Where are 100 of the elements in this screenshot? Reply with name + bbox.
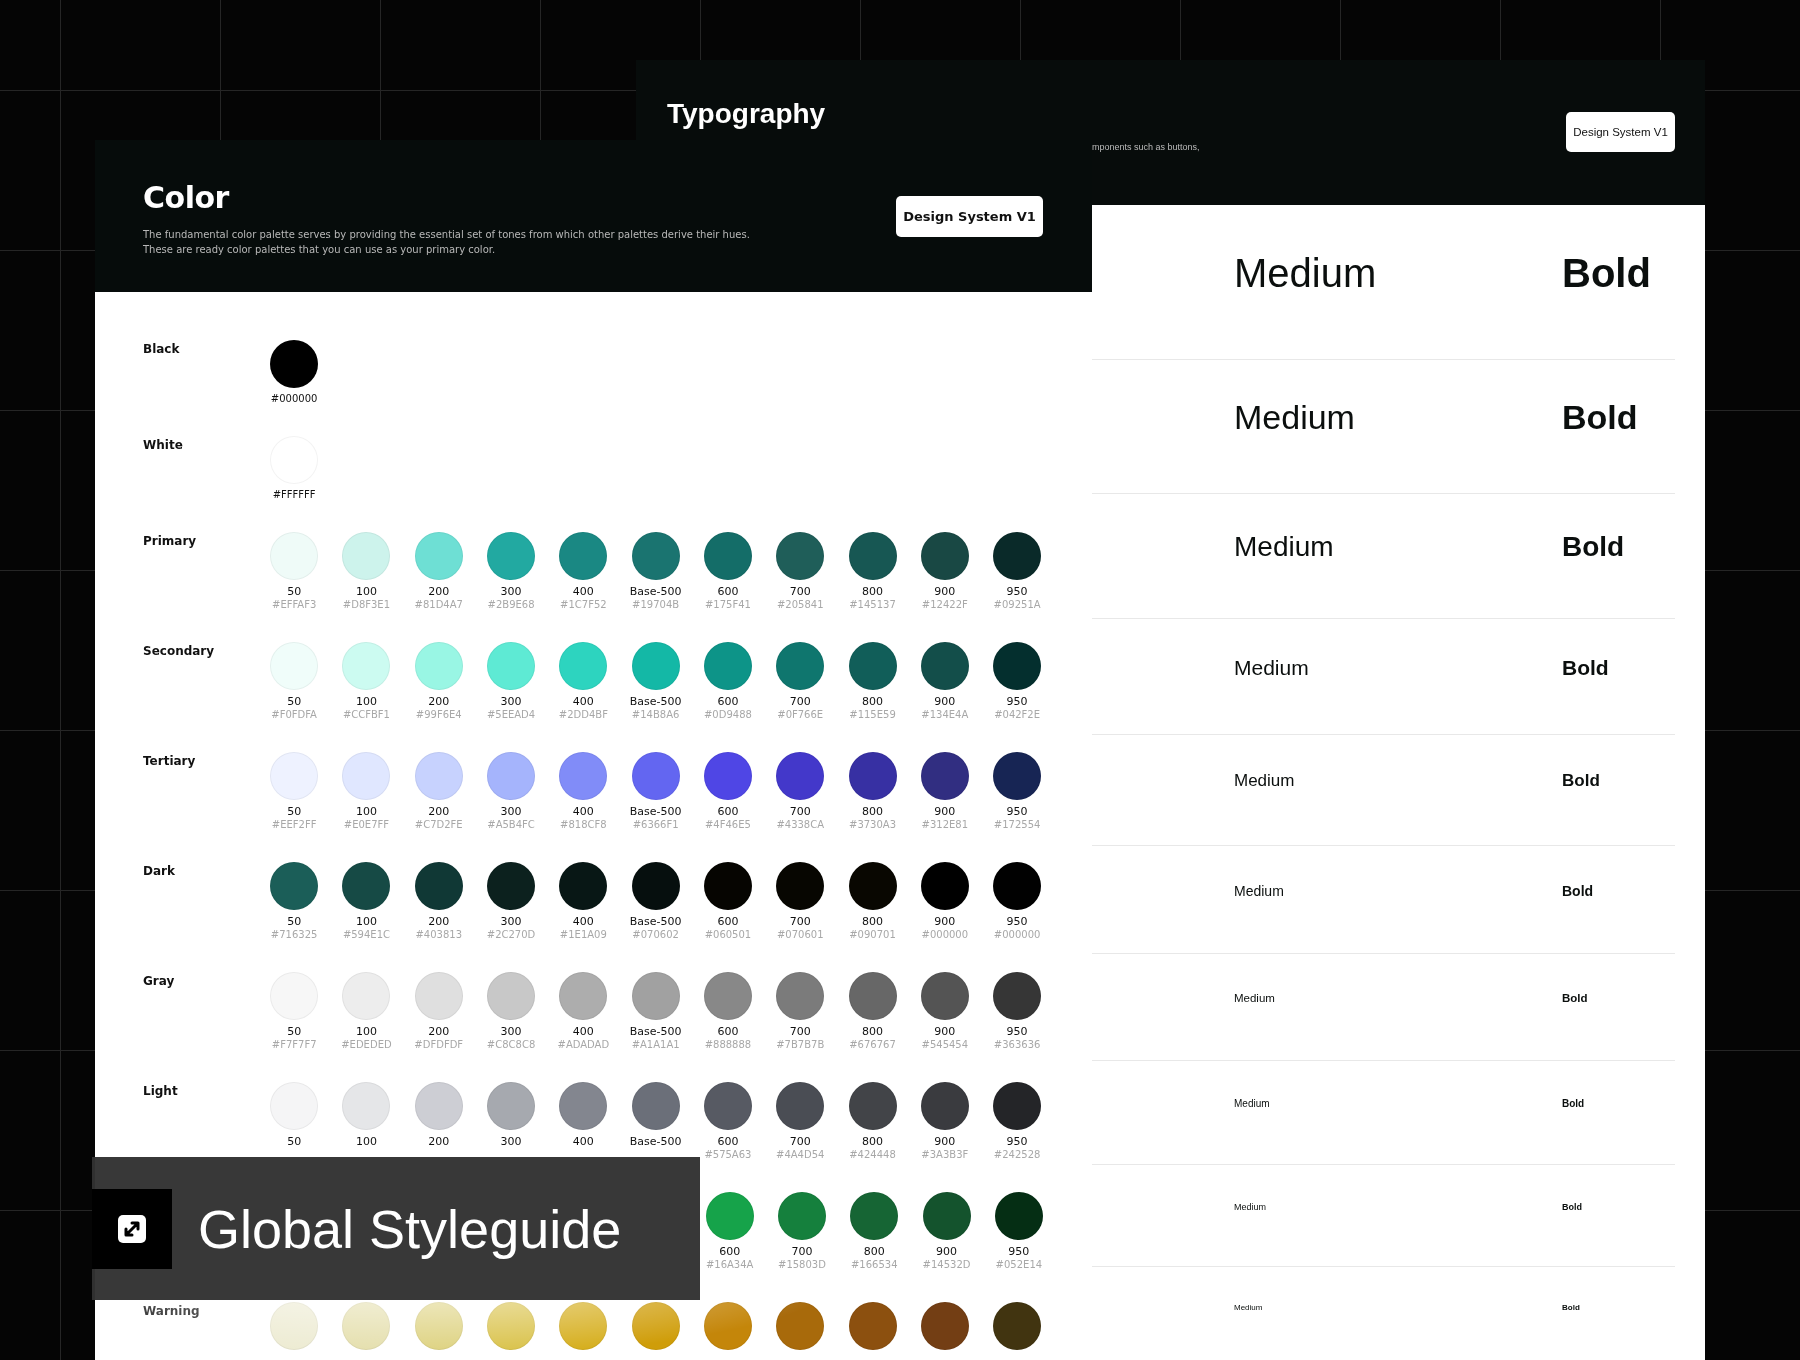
medium-sample: Medium (1234, 771, 1295, 791)
hex-code: #7B7B7B (776, 1039, 825, 1050)
version-badge: Design System V1 (896, 196, 1043, 237)
shade-label: 300 (500, 695, 522, 708)
version-badge: Design System V1 (1566, 112, 1675, 152)
shade-label: 800 (862, 1135, 883, 1148)
hex-code: #F7F7F7 (271, 1039, 317, 1050)
bold-sample: Bold (1562, 655, 1609, 680)
hex-code: #C8C8C8 (486, 1039, 536, 1050)
shade-label: Base-500 (629, 805, 682, 818)
palette-name: Light (143, 1084, 178, 1098)
hex-code: #EFFAF3 (272, 599, 317, 610)
palette-name: Tertiary (143, 754, 196, 768)
shade-label: 400 (572, 585, 594, 598)
hex-code: #5EEAD4 (486, 709, 536, 720)
shade-label: 100 (355, 695, 377, 708)
medium-sample: Medium (1234, 398, 1355, 437)
hex-code: #172554 (993, 819, 1041, 830)
hex-code: #888888 (704, 1039, 752, 1050)
shade-label: 300 (500, 805, 522, 818)
hex-code: #A5B4FC (487, 819, 535, 830)
bold-sample: Bold (1562, 1098, 1585, 1109)
hex-code: #545454 (921, 1039, 969, 1050)
hex-code: #2C270D (486, 929, 536, 940)
hex-code: #EEF2FF (271, 819, 317, 830)
shade-label: Base-500 (629, 1135, 682, 1148)
hex-code: #1E1A09 (559, 929, 607, 940)
shade-label: 700 (791, 1245, 813, 1258)
shade-label: 950 (1006, 1025, 1028, 1038)
medium-sample: Medium (1234, 882, 1284, 899)
shade-label: 950 (1006, 1135, 1028, 1148)
shade-label: 100 (355, 585, 377, 598)
shade-label: 600 (717, 695, 739, 708)
shade-label: 800 (862, 1025, 883, 1038)
shade-label: 700 (789, 695, 811, 708)
shade-label: 100 (355, 805, 377, 818)
hex-code: #D8F3E1 (342, 599, 391, 610)
hex-code: #CCFBF1 (342, 709, 390, 720)
shade-label: 900 (934, 915, 956, 928)
shade-label: 200 (428, 585, 450, 598)
hex-code: #000000 (921, 929, 969, 940)
shade-label: 800 (863, 1245, 885, 1258)
hex-code: #E0E7FF (343, 819, 390, 830)
shade-label: 950 (1006, 805, 1028, 818)
medium-sample: Medium (1234, 655, 1309, 680)
bold-sample: Bold (1562, 882, 1594, 899)
hex-code: #403813 (415, 929, 462, 940)
shade-label: 300 (500, 1135, 522, 1148)
shade-label: 600 (717, 1135, 739, 1148)
shade-label: 50 (287, 1025, 302, 1038)
medium-sample: Medium (1234, 250, 1377, 296)
hex-code: #6366F1 (632, 819, 679, 830)
shade-label: 700 (789, 805, 811, 818)
hex-code: #15803D (778, 1259, 826, 1270)
shade-label: 800 (862, 695, 883, 708)
shade-label: 900 (934, 805, 956, 818)
palette-name: Secondary (143, 644, 215, 658)
shade-label: 300 (500, 915, 522, 928)
shade-label: 900 (934, 1025, 956, 1038)
shade-label: 100 (355, 1135, 377, 1148)
shade-label: 50 (287, 585, 302, 598)
hex-code: #242528 (993, 1149, 1041, 1160)
shade-label: 100 (355, 1025, 377, 1038)
expand-button[interactable] (92, 1188, 172, 1269)
bold-sample: Bold (1562, 1201, 1582, 1212)
medium-sample: Medium (1234, 1098, 1270, 1109)
shade-label: 700 (789, 585, 811, 598)
shade-label: 900 (934, 585, 956, 598)
hex-code: #EDEDED (341, 1039, 392, 1050)
shade-label: 400 (572, 805, 594, 818)
shade-label: 600 (717, 1025, 739, 1038)
palette-name: White (143, 438, 183, 452)
hex-code: #81D4A7 (414, 599, 463, 610)
hex-code: #000000 (993, 929, 1041, 940)
hex-code: #99F6E4 (415, 709, 462, 720)
shade-label: 700 (789, 1025, 811, 1038)
card-title: Color (143, 180, 231, 215)
shade-label: 900 (936, 1245, 958, 1258)
hex-code: #363636 (993, 1039, 1041, 1050)
shade-label: 950 (1008, 1245, 1030, 1258)
shade-label: 900 (934, 1135, 956, 1148)
medium-sample: Medium (1234, 992, 1275, 1004)
hex-code: #818CF8 (560, 819, 607, 830)
hex-code: #09251A (993, 599, 1041, 610)
hex-code: #19704B (632, 599, 680, 610)
bold-sample: Bold (1562, 771, 1600, 791)
medium-sample: Medium (1234, 531, 1334, 563)
hex-code: #070601 (776, 929, 824, 940)
palette-name: Black (143, 342, 180, 356)
palette-name: Dark (143, 864, 175, 878)
hex-code: #042F2E (994, 709, 1041, 720)
shade-label: 600 (717, 805, 739, 818)
shade-label: 200 (428, 1135, 450, 1148)
hex-code: #12422F (921, 599, 968, 610)
shade-label: 50 (287, 805, 302, 818)
shade-label: 700 (789, 915, 811, 928)
hex-code: #4F46E5 (704, 819, 751, 830)
shade-label: 950 (1006, 695, 1028, 708)
bold-sample: Bold (1562, 992, 1588, 1004)
hex-code: #C7D2FE (414, 819, 463, 830)
